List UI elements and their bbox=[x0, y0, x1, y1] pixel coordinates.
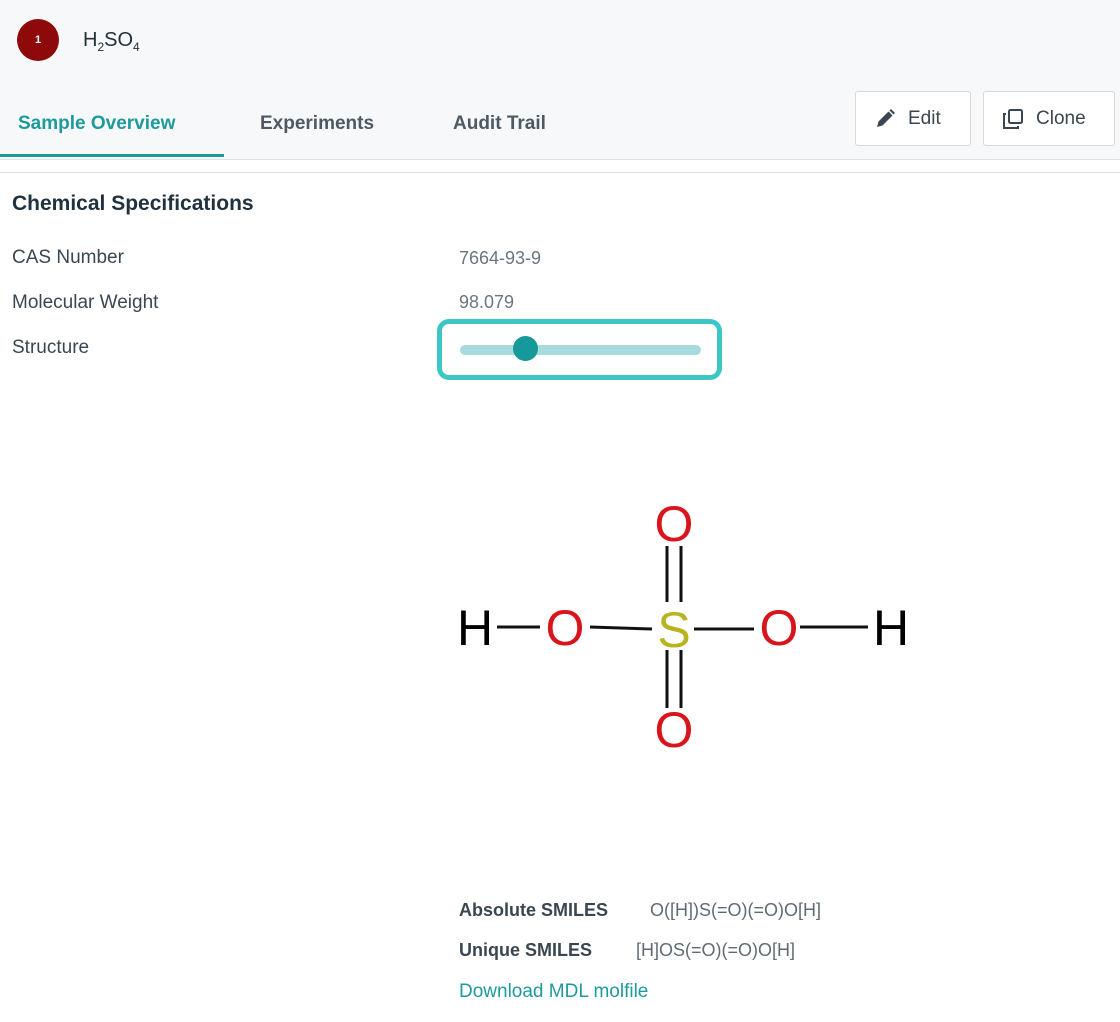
atom-o-top: O bbox=[655, 496, 694, 552]
clone-button[interactable]: Clone bbox=[983, 91, 1115, 146]
atom-o-bottom: O bbox=[655, 702, 694, 758]
section-divider bbox=[0, 172, 1120, 173]
tab-sample-overview[interactable]: Sample Overview bbox=[18, 113, 175, 135]
atom-h-right: H bbox=[873, 600, 909, 656]
copy-icon bbox=[1002, 108, 1024, 130]
sample-number-badge: 1 bbox=[17, 19, 59, 61]
sample-header: 1 H2SO4 Sample Overview Experiments Audi… bbox=[0, 0, 1120, 160]
cas-number-value: 7664-93-9 bbox=[459, 248, 542, 268]
tab-experiments[interactable]: Experiments bbox=[260, 113, 374, 135]
atom-h-left: H bbox=[457, 600, 493, 656]
absolute-smiles-value: O([H])S(=O)(=O)O[H] bbox=[650, 900, 821, 920]
active-tab-indicator bbox=[0, 154, 224, 157]
molecular-weight-value: 98.079 bbox=[459, 292, 515, 312]
structure-label: Structure bbox=[12, 337, 90, 358]
absolute-smiles-label: Absolute SMILES bbox=[459, 900, 609, 920]
slider-thumb[interactable] bbox=[512, 336, 538, 361]
unique-smiles-label: Unique SMILES bbox=[459, 940, 593, 960]
atom-s-center: S bbox=[657, 602, 690, 658]
badge-number: 1 bbox=[34, 34, 42, 46]
unique-smiles-value: [H]OS(=O)(=O)O[H] bbox=[636, 940, 796, 960]
edit-button-label: Edit bbox=[908, 107, 941, 129]
formula-element-h: H bbox=[83, 29, 98, 51]
sample-name: H2SO4 bbox=[83, 29, 140, 54]
tab-audit-trail[interactable]: Audit Trail bbox=[453, 113, 546, 135]
molecule-structure-diagram: H O S O H O O bbox=[457, 496, 909, 758]
formula-subscript-4: 4 bbox=[133, 40, 140, 54]
bond-o-s-left bbox=[589, 625, 653, 631]
pencil-icon bbox=[874, 108, 896, 130]
edit-button[interactable]: Edit bbox=[855, 91, 971, 146]
section-title: Chemical Specifications bbox=[12, 192, 254, 215]
atom-o-right: O bbox=[760, 600, 799, 656]
cas-number-label: CAS Number bbox=[12, 247, 124, 268]
formula-element-so: SO bbox=[104, 29, 134, 51]
molecular-weight-label: Molecular Weight bbox=[12, 292, 159, 313]
download-molfile-link[interactable]: Download MDL molfile bbox=[459, 981, 648, 1003]
slider-track[interactable] bbox=[460, 345, 701, 355]
clone-button-label: Clone bbox=[1036, 107, 1086, 129]
atom-o-left: O bbox=[546, 600, 585, 656]
